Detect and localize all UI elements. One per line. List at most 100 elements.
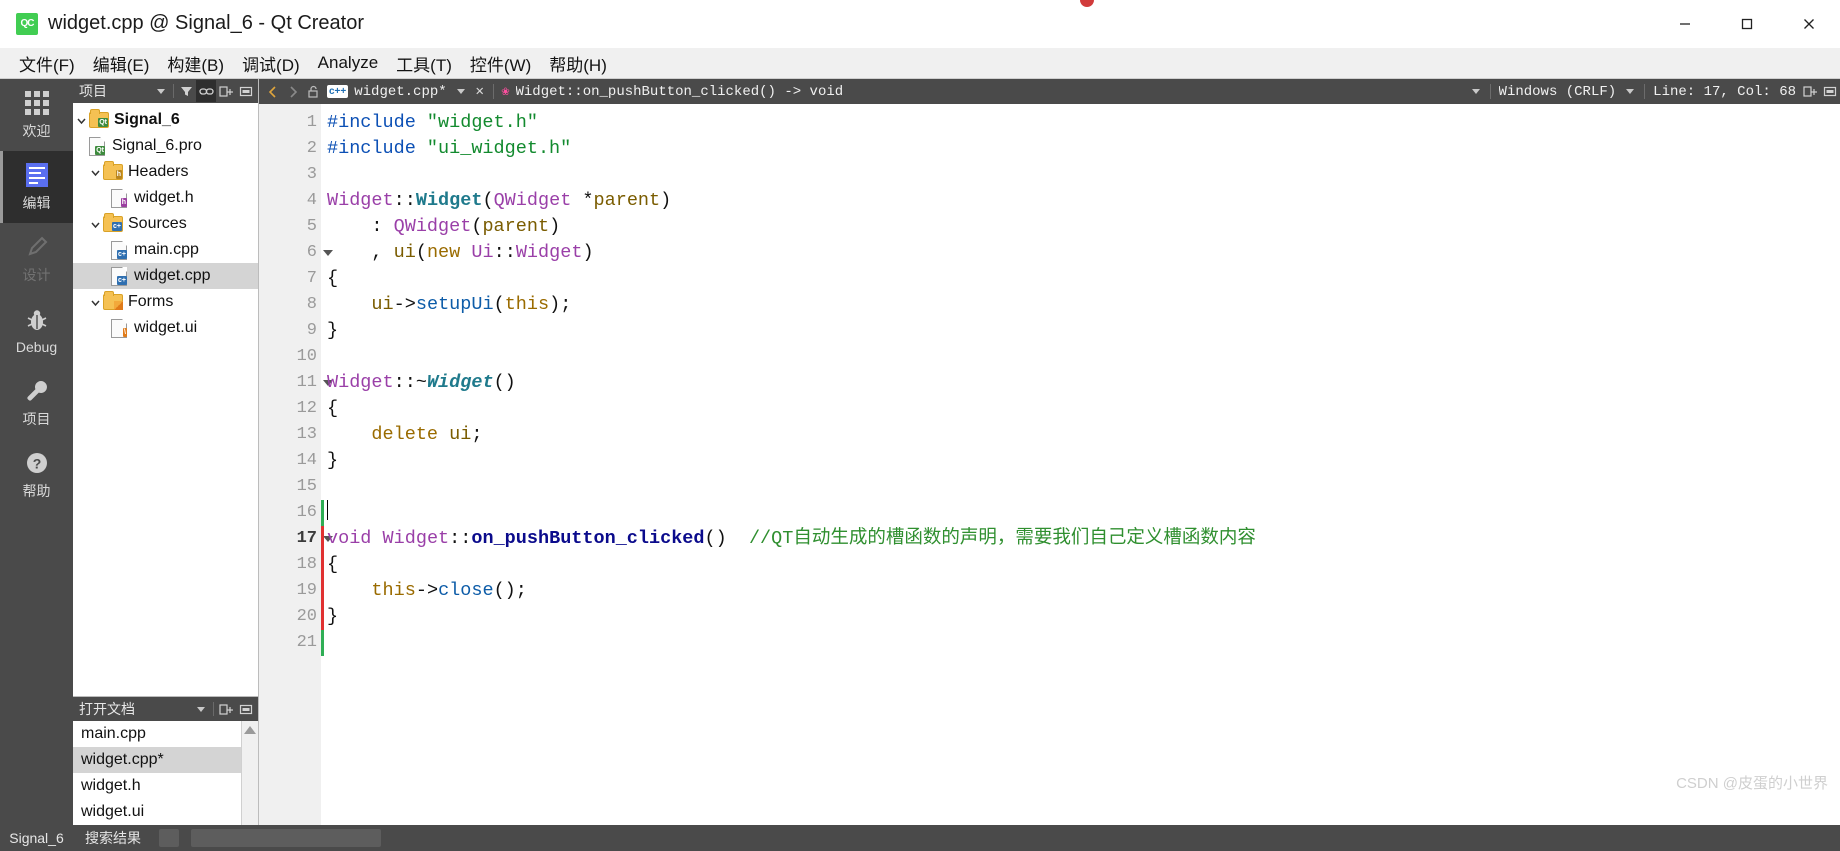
close-split-icon[interactable]	[236, 698, 256, 720]
code-line[interactable]: ui->setupUi(this);	[327, 292, 1840, 318]
code-line[interactable]: : QWidget(parent)	[327, 214, 1840, 240]
code-token: ::	[493, 242, 516, 263]
close-split-icon[interactable]	[1820, 80, 1840, 103]
tree-item-widget-cpp[interactable]: c+ widget.cpp	[73, 263, 258, 289]
mode-item-help[interactable]: ? 帮助	[0, 439, 73, 511]
code-line[interactable]: void Widget::on_pushButton_clicked() //Q…	[327, 526, 1840, 552]
tree-item-widget-h[interactable]: h widget.h	[73, 185, 258, 211]
code-line[interactable]: {	[327, 396, 1840, 422]
symbol-dropdown-button[interactable]	[1466, 80, 1486, 103]
code-line[interactable]: , ui(new Ui::Widget)	[327, 240, 1840, 266]
tree-item-forms[interactable]: Forms	[73, 289, 258, 315]
code-line[interactable]	[327, 162, 1840, 188]
navigate-forward-icon[interactable]	[283, 80, 303, 103]
symbol-selector[interactable]: ❀ Widget::on_pushButton_clicked() -> voi…	[498, 80, 1466, 103]
add-split-icon[interactable]	[216, 80, 236, 102]
tree-item-sources[interactable]: c+ Sources	[73, 211, 258, 237]
status-pill-2[interactable]	[191, 829, 381, 847]
project-tree[interactable]: Qt Signal_6 Qt Signal_6.pro h Headers h	[73, 103, 258, 696]
mode-item-design[interactable]: 设计	[0, 223, 73, 295]
chevron-down-icon[interactable]	[73, 107, 89, 133]
menu-edit[interactable]: 编辑(E)	[84, 47, 159, 80]
open-documents-scrollbar[interactable]	[241, 721, 258, 825]
scroll-up-icon[interactable]	[244, 726, 256, 734]
code-line[interactable]	[327, 344, 1840, 370]
tree-item-signal6-pro[interactable]: Qt Signal_6.pro	[73, 133, 258, 159]
code-editor[interactable]: 1 2 3 4 5 6 7 8 9 10 11 12 13 14 15 16 17 18 19 20 21 #inclu…	[259, 104, 1840, 825]
close-file-icon[interactable]: ✕	[471, 83, 489, 100]
open-documents-list[interactable]: main.cpp widget.cpp* widget.h widget.ui	[73, 721, 258, 825]
code-line[interactable]: }	[327, 318, 1840, 344]
tree-item-widget-ui[interactable]: \ widget.ui	[73, 315, 258, 341]
menu-widgets[interactable]: 控件(W)	[461, 47, 540, 80]
unlocked-icon[interactable]	[303, 80, 323, 103]
open-document-item[interactable]: widget.ui	[73, 799, 258, 825]
code-token: *	[571, 190, 594, 211]
menu-debug[interactable]: 调试(D)	[233, 47, 309, 80]
tree-item-main-cpp[interactable]: c+ main.cpp	[73, 237, 258, 263]
menu-tools[interactable]: 工具(T)	[387, 47, 461, 80]
maximize-button[interactable]	[1716, 0, 1778, 47]
split-editor-icon[interactable]	[1800, 80, 1820, 103]
code-line[interactable]: {	[327, 266, 1840, 292]
code-line[interactable]: Widget::~Widget()	[327, 370, 1840, 396]
filter-icon[interactable]	[176, 80, 196, 102]
line-ending-selector[interactable]: Windows (CRLF)	[1495, 80, 1621, 103]
add-split-icon[interactable]	[216, 698, 236, 720]
code-text-area[interactable]: #include "widget.h" #include "ui_widget.h…	[321, 104, 1840, 825]
link-with-editor-icon[interactable]	[196, 80, 216, 102]
file-cpp-icon: c+	[109, 266, 129, 286]
menu-file[interactable]: 文件(F)	[10, 47, 84, 80]
editor-file-selector[interactable]: c++ widget.cpp*	[323, 80, 451, 103]
question-icon: ?	[24, 449, 50, 477]
minimize-button[interactable]	[1654, 0, 1716, 47]
code-line[interactable]	[327, 630, 1840, 656]
tree-item-label: main.cpp	[134, 241, 199, 258]
menu-build[interactable]: 构建(B)	[158, 47, 233, 80]
status-search-label[interactable]: 搜索结果	[73, 828, 153, 848]
code-line[interactable]	[327, 474, 1840, 500]
code-token: #include	[327, 138, 427, 159]
close-button[interactable]	[1778, 0, 1840, 47]
code-token: (	[415, 242, 427, 263]
chevron-down-icon	[157, 88, 165, 94]
open-document-item[interactable]: widget.h	[73, 773, 258, 799]
chevron-down-icon[interactable]	[87, 159, 103, 185]
status-pill-1[interactable]	[159, 829, 179, 847]
mode-item-edit[interactable]: 编辑	[0, 151, 73, 223]
menu-help[interactable]: 帮助(H)	[540, 47, 616, 80]
close-split-icon[interactable]	[236, 80, 256, 102]
line-ending-dropdown-button[interactable]	[1620, 80, 1640, 103]
open-document-item[interactable]: widget.cpp*	[73, 747, 258, 773]
code-token: Widget	[382, 528, 450, 549]
code-line[interactable]: }	[327, 604, 1840, 630]
chevron-down-icon[interactable]	[87, 289, 103, 315]
navigate-back-icon[interactable]	[263, 80, 283, 103]
code-line[interactable]: }	[327, 448, 1840, 474]
code-line[interactable]: #include "widget.h"	[327, 110, 1840, 136]
mode-item-projects[interactable]: 项目	[0, 367, 73, 439]
tree-item-signal6[interactable]: Qt Signal_6	[73, 107, 258, 133]
chevron-down-icon[interactable]	[87, 211, 103, 237]
mode-item-debug[interactable]: Debug	[0, 295, 73, 367]
code-line[interactable]	[327, 500, 1840, 526]
code-line[interactable]: #include "ui_widget.h"	[327, 136, 1840, 162]
title-bar: QC widget.cpp @ Signal_6 - Qt Creator	[0, 0, 1840, 48]
code-line[interactable]: delete ui;	[327, 422, 1840, 448]
tree-item-headers[interactable]: h Headers	[73, 159, 258, 185]
qt-creator-logo-icon: QC	[16, 12, 38, 35]
open-documents-dropdown-button[interactable]	[191, 698, 211, 720]
code-token: }	[327, 320, 339, 341]
code-line[interactable]: {	[327, 552, 1840, 578]
function-icon: ❀	[501, 84, 510, 99]
cursor-position-indicator[interactable]: Line: 17, Col: 68	[1649, 80, 1800, 103]
code-token: Widget	[426, 372, 494, 393]
code-line[interactable]: this->close();	[327, 578, 1840, 604]
open-document-item[interactable]: main.cpp	[73, 721, 258, 747]
code-line[interactable]: Widget::Widget(QWidget *parent)	[327, 188, 1840, 214]
mode-item-welcome[interactable]: 欢迎	[0, 79, 73, 151]
menu-analyze[interactable]: Analyze	[309, 49, 387, 77]
file-selector-dropdown-button[interactable]	[451, 80, 471, 103]
project-panel-dropdown-button[interactable]	[151, 80, 171, 102]
